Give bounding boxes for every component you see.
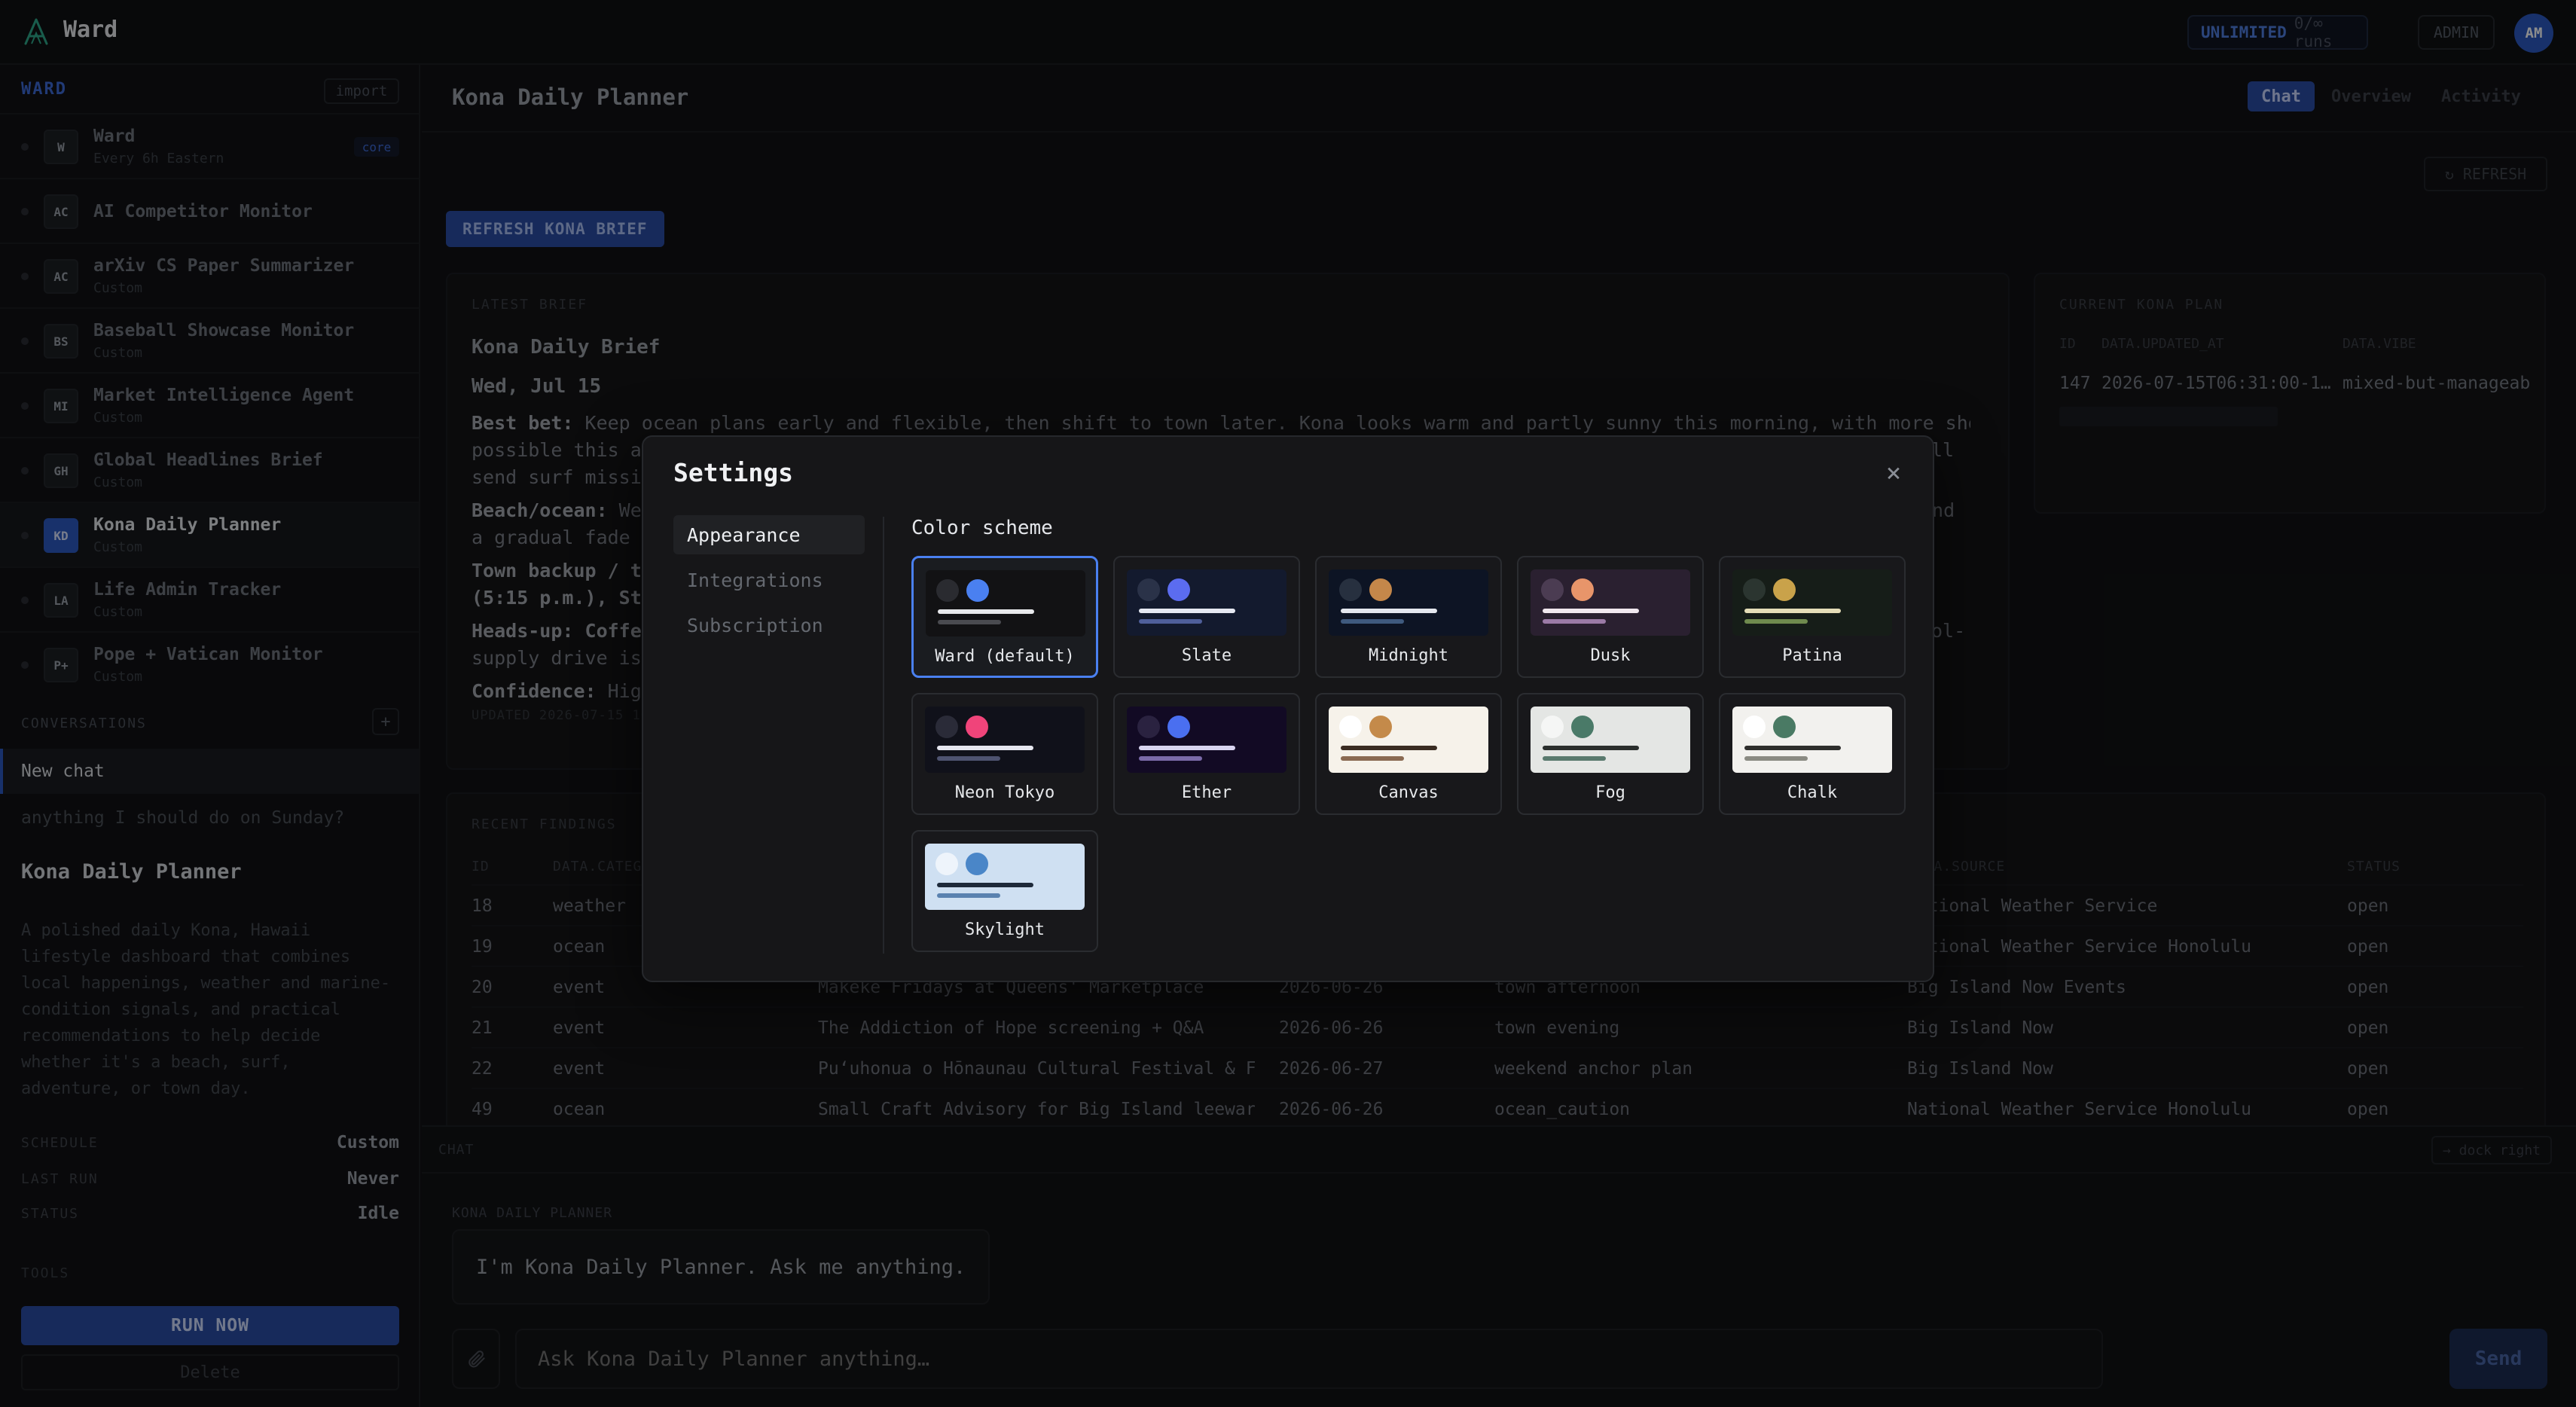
scheme-circle-primary <box>935 853 958 875</box>
scheme-label: Canvas <box>1378 783 1439 802</box>
scheme-line-text <box>1341 609 1437 613</box>
color-scheme-canvas[interactable]: Canvas <box>1315 693 1502 815</box>
scheme-circle-accent <box>966 716 988 738</box>
scheme-line-muted <box>1341 756 1404 761</box>
scheme-preview <box>926 570 1085 636</box>
scheme-preview <box>1732 707 1892 773</box>
scheme-line-text <box>1139 609 1235 613</box>
color-scheme-midnight[interactable]: Midnight <box>1315 556 1502 678</box>
scheme-circle-accent <box>966 853 988 875</box>
scheme-line-text <box>937 746 1033 750</box>
scheme-line-text <box>1744 609 1841 613</box>
scheme-label: Fog <box>1595 783 1625 802</box>
scheme-circle-primary <box>1541 578 1564 601</box>
scheme-line-muted <box>1139 619 1202 624</box>
scheme-circle-accent <box>966 579 989 602</box>
scheme-line-muted <box>937 756 1000 761</box>
settings-divider <box>883 517 884 954</box>
scheme-preview <box>1329 707 1488 773</box>
scheme-circle-accent <box>1369 578 1392 601</box>
scheme-preview <box>925 844 1085 910</box>
color-scheme-patina[interactable]: Patina <box>1719 556 1906 678</box>
scheme-circle-accent <box>1773 716 1796 738</box>
scheme-line-muted <box>1543 756 1606 761</box>
scheme-circle-primary <box>936 579 959 602</box>
scheme-line-muted <box>937 893 1000 898</box>
color-scheme-chalk[interactable]: Chalk <box>1719 693 1906 815</box>
scheme-label: Ward (default) <box>935 647 1075 666</box>
scheme-label: Ether <box>1181 783 1232 802</box>
scheme-line-muted <box>1744 619 1808 624</box>
scheme-line-text <box>1543 746 1639 750</box>
settings-nav-integrations[interactable]: Integrations <box>673 560 865 600</box>
scheme-line-text <box>938 609 1034 614</box>
settings-nav-subscription[interactable]: Subscription <box>673 606 865 645</box>
settings-title: Settings <box>673 458 793 487</box>
scheme-circle-primary <box>1541 716 1564 738</box>
color-scheme-ward-default[interactable]: Ward (default) <box>911 556 1098 678</box>
scheme-circle-accent <box>1167 716 1190 738</box>
scheme-preview <box>1531 569 1690 636</box>
scheme-circle-primary <box>1137 716 1160 738</box>
scheme-preview <box>1127 707 1286 773</box>
scheme-circle-accent <box>1369 716 1392 738</box>
scheme-line-muted <box>1341 619 1404 624</box>
settings-nav-appearance[interactable]: Appearance <box>673 515 865 554</box>
scheme-line-text <box>1341 746 1437 750</box>
scheme-line-muted <box>1139 756 1202 761</box>
scheme-preview <box>1329 569 1488 636</box>
scheme-label: Slate <box>1181 646 1232 665</box>
scheme-circle-accent <box>1773 578 1796 601</box>
scheme-label: Neon Tokyo <box>954 783 1055 802</box>
scheme-circle-primary <box>1743 716 1766 738</box>
scheme-label: Patina <box>1782 646 1842 665</box>
scheme-label: Chalk <box>1787 783 1838 802</box>
scheme-line-text <box>1139 746 1235 750</box>
scheme-circle-primary <box>1339 716 1362 738</box>
scheme-line-muted <box>1543 619 1606 624</box>
scheme-circle-primary <box>1339 578 1362 601</box>
settings-modal: Settings × Appearance Integrations Subsc… <box>642 435 1934 982</box>
color-scheme-ether[interactable]: Ether <box>1113 693 1300 815</box>
color-scheme-skylight[interactable]: Skylight <box>911 830 1098 952</box>
scheme-label: Midnight <box>1369 646 1448 665</box>
scheme-label: Skylight <box>965 920 1045 939</box>
scheme-circle-primary <box>1743 578 1766 601</box>
scheme-line-text <box>1543 609 1639 613</box>
scheme-preview <box>1732 569 1892 636</box>
color-scheme-fog[interactable]: Fog <box>1517 693 1704 815</box>
scheme-label: Dusk <box>1590 646 1631 665</box>
scheme-circle-primary <box>1137 578 1160 601</box>
scheme-circle-accent <box>1571 716 1594 738</box>
scheme-preview <box>1531 707 1690 773</box>
scheme-circle-primary <box>935 716 958 738</box>
scheme-circle-accent <box>1571 578 1594 601</box>
scheme-line-muted <box>938 620 1001 624</box>
color-scheme-heading: Color scheme <box>911 517 1053 539</box>
scheme-circle-accent <box>1167 578 1190 601</box>
close-icon[interactable]: × <box>1879 458 1909 488</box>
scheme-preview <box>925 707 1085 773</box>
scheme-line-text <box>1744 746 1841 750</box>
color-scheme-neon-tokyo[interactable]: Neon Tokyo <box>911 693 1098 815</box>
scheme-preview <box>1127 569 1286 636</box>
scheme-line-text <box>937 883 1033 887</box>
color-scheme-dusk[interactable]: Dusk <box>1517 556 1704 678</box>
color-scheme-slate[interactable]: Slate <box>1113 556 1300 678</box>
scheme-line-muted <box>1744 756 1808 761</box>
